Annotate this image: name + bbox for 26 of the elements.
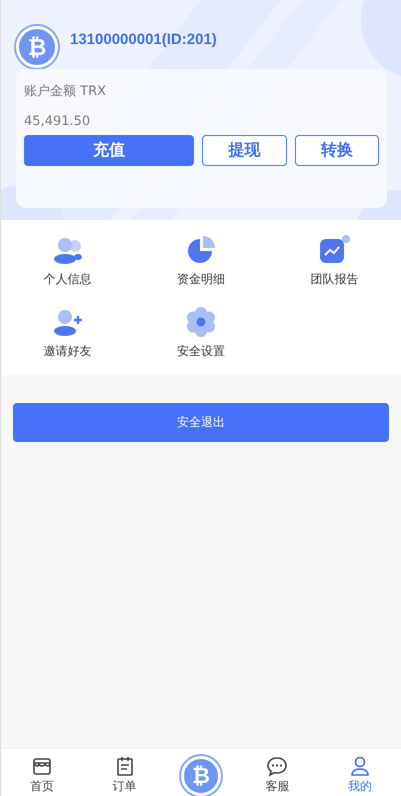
menu-item[interactable]: 团队报告 xyxy=(310,271,358,288)
recharge-button[interactable]: 充值 xyxy=(24,135,194,166)
tab[interactable]: 客服 xyxy=(236,749,319,796)
add-user-icon xyxy=(52,309,83,337)
username: 13100000001(ID:201) xyxy=(70,31,217,48)
gear-icon xyxy=(186,307,216,337)
balance-amount: 45,491.50 xyxy=(24,114,92,129)
withdraw-button[interactable]: 提现 xyxy=(202,135,286,166)
bitcoin-logo-icon: ₿ xyxy=(16,26,58,68)
chat-icon xyxy=(266,755,288,777)
menu-item[interactable]: 安全设置 xyxy=(176,343,225,360)
menu-item[interactable]: 资金明细 xyxy=(176,271,225,288)
bitcoin-logo-icon: ₿ xyxy=(181,756,222,796)
balance-label: 账户金额 TRX xyxy=(24,83,108,100)
store-icon xyxy=(31,755,54,777)
logout-button[interactable]: 安全退出 xyxy=(13,403,389,442)
users-icon xyxy=(52,237,83,265)
tab[interactable]: 首页 xyxy=(1,749,84,796)
pie-chart-icon xyxy=(186,235,216,265)
convert-button[interactable]: 转换 xyxy=(294,135,379,166)
tab[interactable]: 我的 xyxy=(318,749,401,796)
trend-chart-icon xyxy=(318,235,350,265)
tab[interactable]: 订单 xyxy=(83,749,166,796)
user-icon xyxy=(348,755,371,777)
menu-item[interactable]: 邀请好友 xyxy=(44,343,92,360)
menu-item[interactable]: 个人信息 xyxy=(44,271,92,288)
